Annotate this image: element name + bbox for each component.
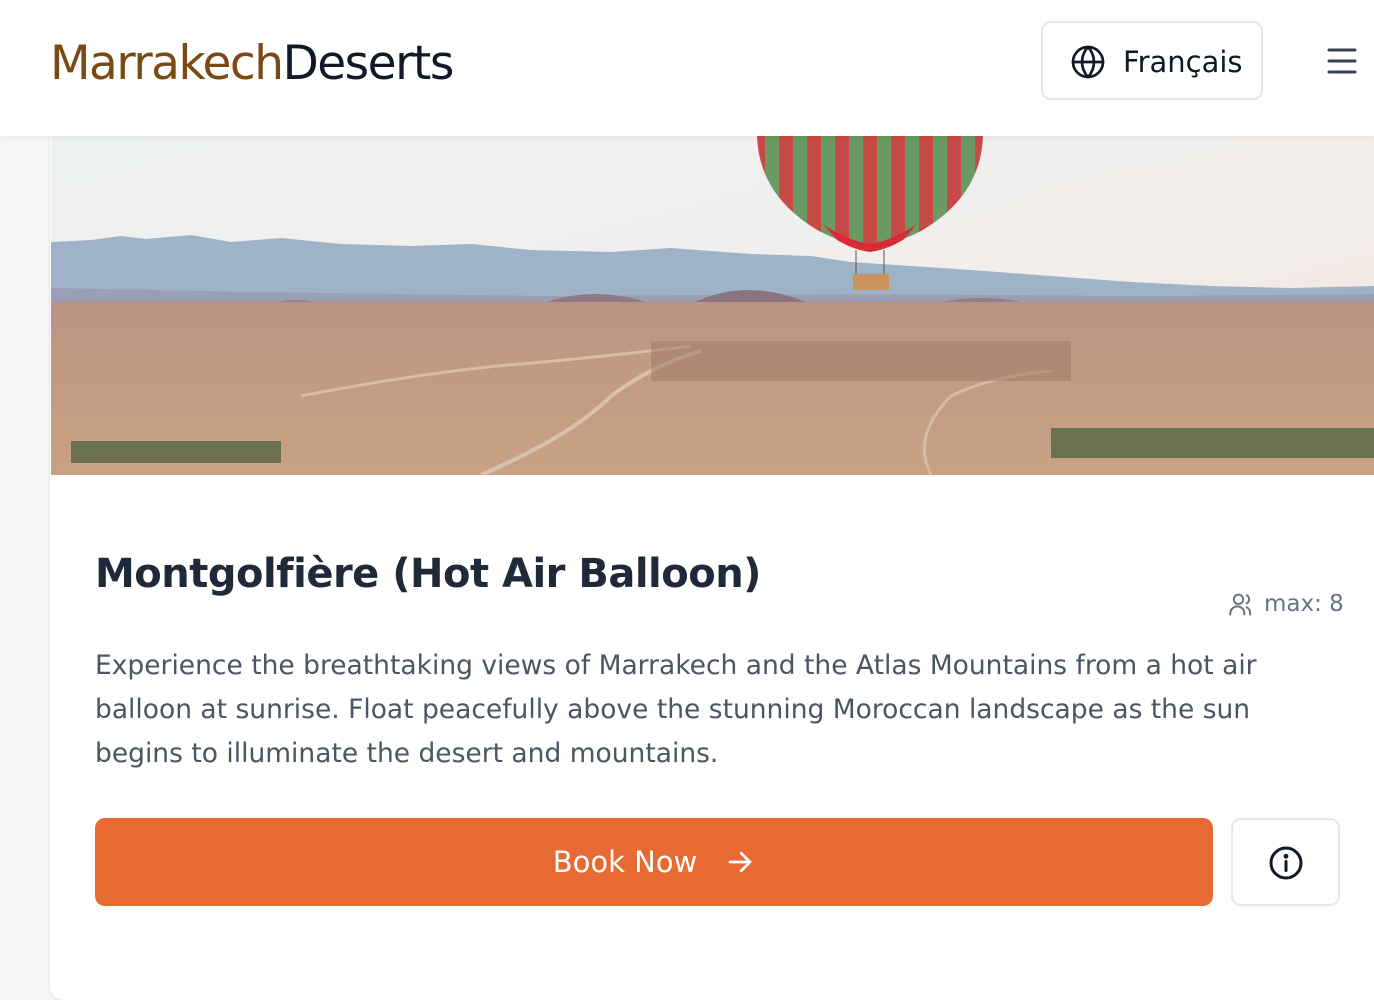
capacity-label: max: 8	[1264, 591, 1344, 617]
book-now-button[interactable]: Book Now	[95, 818, 1213, 906]
capacity-info: max: 8	[1228, 590, 1344, 618]
balloon-landscape-image	[51, 136, 1374, 475]
activity-description: Experience the breathtaking views of Mar…	[95, 650, 1257, 769]
hamburger-menu-icon	[1327, 48, 1357, 74]
site-logo[interactable]: MarrakechDeserts	[50, 34, 455, 94]
site-header: MarrakechDeserts Français	[0, 0, 1374, 136]
logo-part-marrakech: Marrakech	[50, 36, 284, 91]
language-label: Français	[1123, 45, 1243, 79]
info-button[interactable]	[1231, 818, 1340, 906]
language-switcher-button[interactable]: Français	[1041, 21, 1263, 100]
menu-button[interactable]	[1318, 40, 1366, 82]
activity-hero-image	[51, 136, 1374, 475]
activity-card: Montgolfière (Hot Air Balloon) max: 8 Ex…	[50, 100, 1374, 1000]
logo-part-deserts: Deserts	[282, 36, 455, 91]
book-now-label: Book Now	[552, 845, 698, 879]
globe-icon	[1071, 45, 1105, 79]
users-icon	[1229, 593, 1252, 616]
info-icon	[1269, 846, 1303, 880]
activity-title: Montgolfière (Hot Air Balloon)	[95, 551, 761, 597]
arrow-right-icon	[728, 851, 752, 873]
